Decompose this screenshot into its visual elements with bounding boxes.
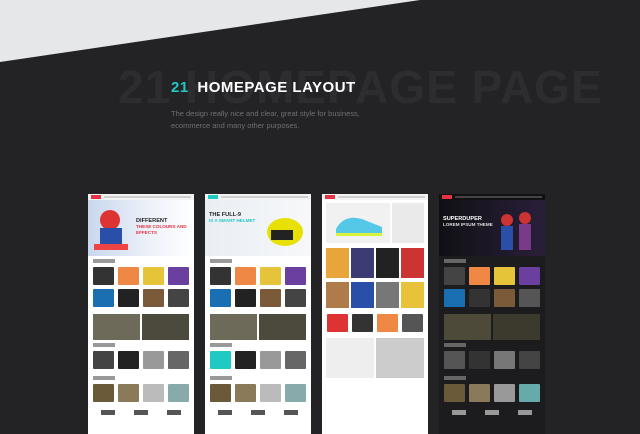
section-title: 21 HOMEPAGE LAYOUT [171,79,356,96]
preview-hero: DIFFERENT THESE COLOURS AND EFFECTS [88,200,194,256]
homepage-preview-3[interactable] [322,194,428,434]
homepage-preview-1[interactable]: DIFFERENT THESE COLOURS AND EFFECTS [88,194,194,434]
shoe-image [336,217,382,236]
preview-hero: THE FULL-9 IS A SMART HELMET [205,200,311,256]
hero-subtitle: THESE COLOURS AND EFFECTS [136,224,187,235]
homepage-preview-4[interactable]: SUPERDUPER LOREM IPSUM THEME [439,194,545,434]
hero-subtitle: LOREM IPSUM THEME [443,222,493,227]
rider-image [94,210,128,250]
homepage-preview-2[interactable]: THE FULL-9 IS A SMART HELMET [205,194,311,434]
preview-hero [322,200,428,246]
section-title-text: HOMEPAGE LAYOUT [197,79,356,96]
layout-count: 21 [171,79,189,96]
helmet-image [267,218,303,246]
hero-subtitle: IS A SMART HELMET [209,218,256,223]
product-grid [88,263,194,311]
team-image [501,212,531,250]
preview-hero: SUPERDUPER LOREM IPSUM THEME [439,200,545,256]
section-description: The design really nice and clear, great … [171,109,360,130]
